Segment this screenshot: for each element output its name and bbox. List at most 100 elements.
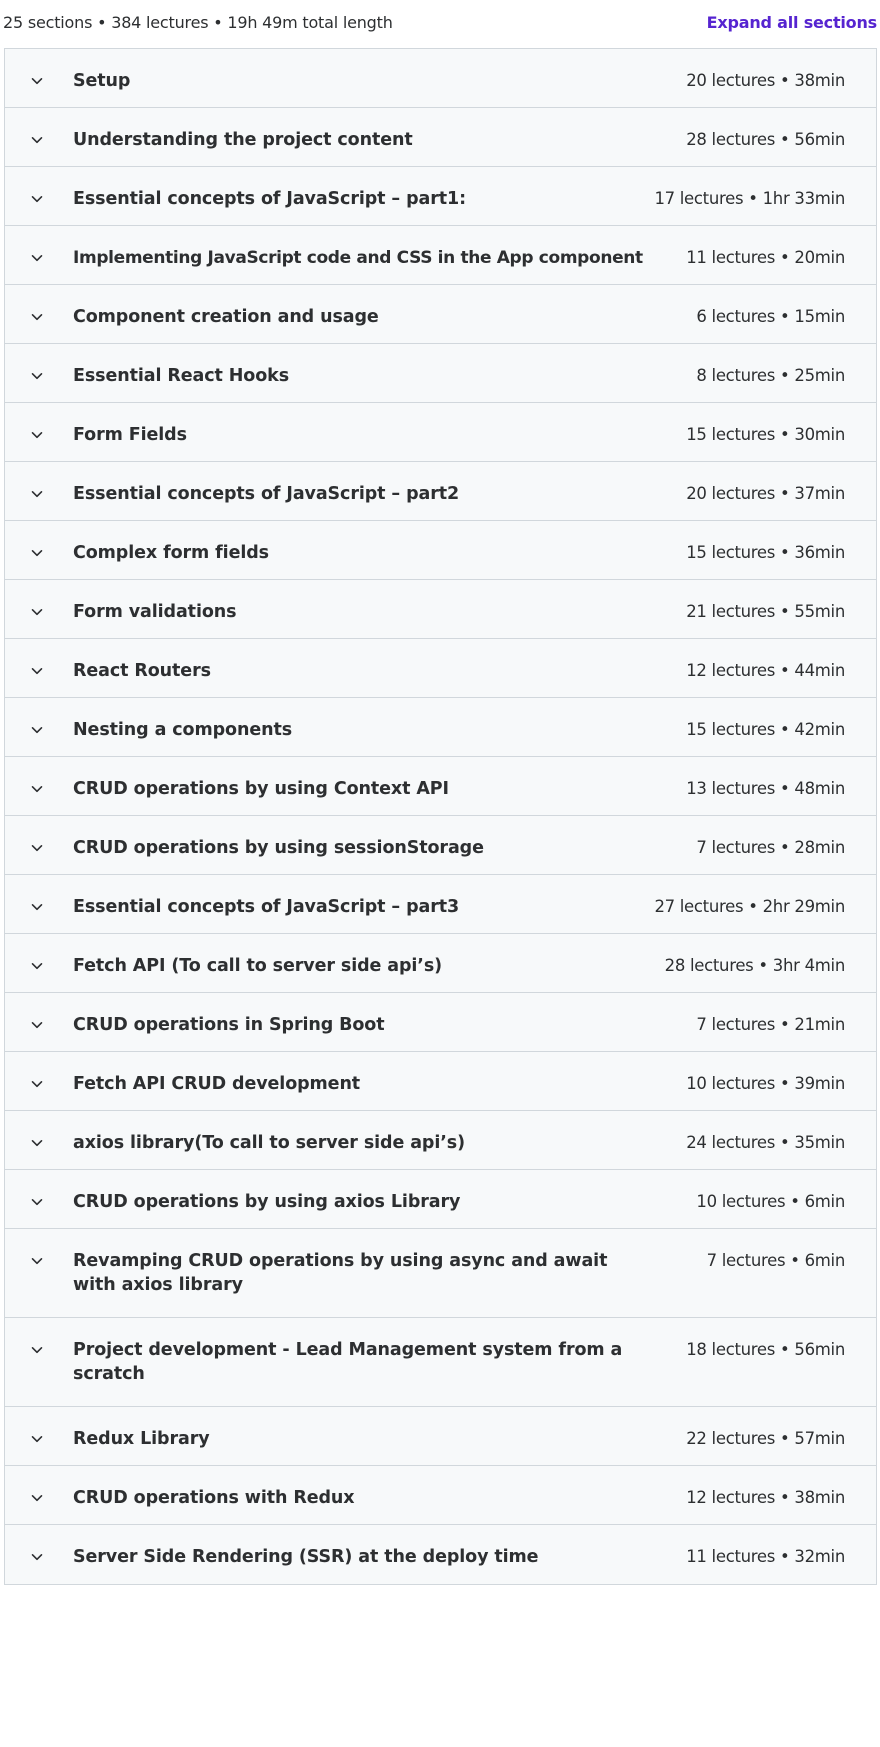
section-title: CRUD operations by using Context API — [73, 779, 449, 799]
section-row[interactable]: CRUD operations by using sessionStorage … — [5, 816, 876, 875]
section-title: CRUD operations by using axios Library — [73, 1192, 461, 1212]
section-title: CRUD operations with Redux — [73, 1488, 355, 1508]
chevron-down-icon — [5, 601, 73, 623]
section-title: CRUD operations by using sessionStorage — [73, 838, 484, 858]
section-meta: 10 lectures • 39min — [686, 1074, 845, 1093]
section-row[interactable]: Fetch API CRUD development 10 lectures •… — [5, 1052, 876, 1111]
section-title: Setup — [73, 71, 131, 91]
section-row[interactable]: Understanding the project content 28 lec… — [5, 108, 876, 167]
section-title: Complex form fields — [73, 543, 269, 563]
section-meta: 11 lectures • 32min — [686, 1547, 845, 1566]
section-row[interactable]: Complex form fields 15 lectures • 36min — [5, 521, 876, 580]
section-meta: 15 lectures • 42min — [686, 720, 845, 739]
chevron-down-icon — [5, 1191, 73, 1213]
section-row[interactable]: CRUD operations by using Context API 13 … — [5, 757, 876, 816]
section-row[interactable]: Project development - Lead Management sy… — [5, 1318, 876, 1407]
section-meta: 27 lectures • 2hr 29min — [654, 897, 845, 916]
section-title: Redux Library — [73, 1429, 210, 1449]
section-title: Essential concepts of JavaScript – part2 — [73, 484, 460, 504]
section-meta: 8 lectures • 25min — [696, 366, 845, 385]
chevron-down-icon — [5, 188, 73, 210]
chevron-down-icon — [5, 1546, 73, 1568]
curriculum-page: 25 sections • 384 lectures • 19h 49m tot… — [0, 0, 880, 1747]
curriculum-summary: 25 sections • 384 lectures • 19h 49m tot… — [3, 12, 393, 32]
curriculum-summary-bar: 25 sections • 384 lectures • 19h 49m tot… — [0, 0, 880, 44]
section-meta: 18 lectures • 56min — [686, 1340, 845, 1359]
chevron-down-icon — [5, 1428, 73, 1450]
section-meta: 12 lectures • 38min — [686, 1488, 845, 1507]
section-title: Essential concepts of JavaScript – part3 — [73, 897, 460, 917]
section-meta: 28 lectures • 56min — [686, 130, 845, 149]
section-meta: 15 lectures • 36min — [686, 543, 845, 562]
section-meta: 15 lectures • 30min — [686, 425, 845, 444]
chevron-down-icon — [5, 306, 73, 328]
section-title: CRUD operations in Spring Boot — [73, 1015, 385, 1035]
section-title: Component creation and usage — [73, 307, 379, 327]
section-title: axios library(To call to server side api… — [73, 1133, 466, 1153]
chevron-down-icon — [5, 837, 73, 859]
section-meta: 20 lectures • 38min — [686, 71, 845, 90]
section-title: Understanding the project content — [73, 130, 413, 150]
chevron-down-icon — [5, 778, 73, 800]
section-row[interactable]: Implementing JavaScript code and CSS in … — [5, 226, 876, 285]
section-meta: 12 lectures • 44min — [686, 661, 845, 680]
chevron-down-icon — [5, 129, 73, 151]
section-row[interactable]: React Routers 12 lectures • 44min — [5, 639, 876, 698]
section-meta: 11 lectures • 20min — [686, 248, 845, 267]
chevron-down-icon — [5, 1339, 73, 1361]
section-row[interactable]: Essential React Hooks 8 lectures • 25min — [5, 344, 876, 403]
section-meta: 7 lectures • 28min — [696, 838, 845, 857]
section-title: Form Fields — [73, 425, 187, 445]
section-title: Server Side Rendering (SSR) at the deplo… — [73, 1547, 539, 1567]
chevron-down-icon — [5, 719, 73, 741]
section-row[interactable]: Server Side Rendering (SSR) at the deplo… — [5, 1525, 876, 1584]
section-row[interactable]: CRUD operations with Redux 12 lectures •… — [5, 1466, 876, 1525]
section-row[interactable]: Essential concepts of JavaScript – part2… — [5, 462, 876, 521]
section-meta: 20 lectures • 37min — [686, 484, 845, 503]
sections-list: Setup 20 lectures • 38min Understanding … — [4, 48, 877, 1585]
chevron-down-icon — [5, 365, 73, 387]
chevron-down-icon — [5, 1250, 73, 1272]
section-meta: 28 lectures • 3hr 4min — [664, 956, 846, 975]
chevron-down-icon — [5, 660, 73, 682]
section-title: Fetch API CRUD development — [73, 1074, 361, 1094]
section-title: Project development - Lead Management sy… — [73, 1340, 623, 1384]
chevron-down-icon — [5, 542, 73, 564]
section-title: Nesting a components — [73, 720, 293, 740]
chevron-down-icon — [5, 955, 73, 977]
section-meta: 22 lectures • 57min — [686, 1429, 845, 1448]
chevron-down-icon — [5, 1073, 73, 1095]
section-row[interactable]: Fetch API (To call to server side api’s)… — [5, 934, 876, 993]
section-row[interactable]: Setup 20 lectures • 38min — [5, 49, 876, 108]
chevron-down-icon — [5, 483, 73, 505]
section-row[interactable]: Essential concepts of JavaScript – part3… — [5, 875, 876, 934]
section-meta: 13 lectures • 48min — [686, 779, 845, 798]
section-title: Form validations — [73, 602, 237, 622]
section-meta: 6 lectures • 15min — [696, 307, 845, 326]
chevron-down-icon — [5, 1132, 73, 1154]
section-meta: 7 lectures • 21min — [696, 1015, 845, 1034]
chevron-down-icon — [5, 247, 73, 269]
section-row[interactable]: Form validations 21 lectures • 55min — [5, 580, 876, 639]
section-title: Revamping CRUD operations by using async… — [73, 1251, 608, 1295]
section-row[interactable]: CRUD operations in Spring Boot 7 lecture… — [5, 993, 876, 1052]
section-meta: 24 lectures • 35min — [686, 1133, 845, 1152]
chevron-down-icon — [5, 424, 73, 446]
section-row[interactable]: Essential concepts of JavaScript – part1… — [5, 167, 876, 226]
section-row[interactable]: Revamping CRUD operations by using async… — [5, 1229, 876, 1318]
chevron-down-icon — [5, 1487, 73, 1509]
section-row[interactable]: Nesting a components 15 lectures • 42min — [5, 698, 876, 757]
chevron-down-icon — [5, 1014, 73, 1036]
section-row[interactable]: axios library(To call to server side api… — [5, 1111, 876, 1170]
section-meta: 7 lectures • 6min — [706, 1251, 846, 1270]
section-row[interactable]: Form Fields 15 lectures • 30min — [5, 403, 876, 462]
section-meta: 21 lectures • 55min — [686, 602, 845, 621]
section-row[interactable]: Redux Library 22 lectures • 57min — [5, 1407, 876, 1466]
expand-all-sections-button[interactable]: Expand all sections — [707, 13, 878, 32]
section-title: Essential React Hooks — [73, 366, 290, 386]
section-row[interactable]: CRUD operations by using axios Library 1… — [5, 1170, 876, 1229]
section-row[interactable]: Component creation and usage 6 lectures … — [5, 285, 876, 344]
section-title: React Routers — [73, 661, 211, 681]
chevron-down-icon — [5, 896, 73, 918]
chevron-down-icon — [5, 70, 73, 92]
